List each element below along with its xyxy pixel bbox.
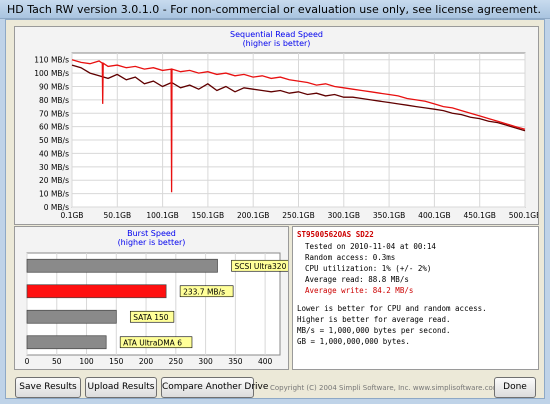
burst-data-label: SCSI Ultra320	[234, 262, 286, 271]
read-x-tick-label: 400.1GB	[418, 211, 450, 220]
read-y-tick-label: 90 MB/s	[39, 82, 69, 91]
burst-x-tick-label: 400	[258, 357, 273, 366]
read-y-tick-label: 50 MB/s	[39, 136, 69, 145]
read-x-tick-label: 200.1GB	[237, 211, 269, 220]
burst-bar	[26, 258, 218, 273]
read-y-tick-label: 10 MB/s	[39, 190, 69, 199]
burst-x-tick-label: 100	[79, 357, 94, 366]
read-y-tick-label: 60 MB/s	[39, 123, 69, 132]
burst-data-label: 233.7 MB/s	[183, 287, 225, 296]
read-x-tick-label: 500.1GB	[509, 211, 538, 220]
burst-bar	[26, 335, 107, 350]
average-read-text: Average read: 88.8 MB/s	[305, 275, 409, 284]
burst-x-tick-label: 0	[25, 357, 30, 366]
burst-data-label: ATA UltraDMA 6	[123, 338, 182, 347]
tested-on-text: Tested on 2010-11-04 at 00:14	[305, 242, 436, 251]
drive-model: ST9500562OAS SD22	[297, 230, 374, 239]
sequential-read-panel: Sequential Read Speed (higher is better)…	[14, 26, 539, 225]
burst-speed-chart: 0 50 100 150 200 250 300 350 400 SCSI Ultra320 233…	[25, 252, 288, 366]
window-body: Sequential Read Speed (higher is better)…	[5, 19, 545, 399]
read-x-tick-label: 100.1GB	[146, 211, 178, 220]
note-line: Higher is better for average read.	[297, 315, 451, 324]
burst-x-tick-label: 200	[139, 357, 154, 366]
burst-x-tick-label: 50	[52, 357, 62, 366]
read-y-tick-label: 20 MB/s	[39, 176, 69, 185]
read-y-tick-label: 30 MB/s	[39, 163, 69, 172]
done-button[interactable]: Done	[494, 377, 536, 398]
burst-x-tick-label: 250	[169, 357, 184, 366]
read-x-tick-label: 450.1GB	[463, 211, 495, 220]
compare-another-drive-button[interactable]: Compare Another Drive	[161, 377, 268, 398]
burst-bar	[26, 309, 117, 324]
burst-speed-panel: Burst Speed (higher is better) 0 50 100 150…	[14, 226, 289, 370]
read-y-tick-label: 70 MB/s	[39, 109, 69, 118]
read-x-tick-label: 250.1GB	[282, 211, 314, 220]
burst-x-tick-label: 150	[109, 357, 124, 366]
read-y-tick-label: 40 MB/s	[39, 149, 69, 158]
window-title: HD Tach RW version 3.0.1.0 - For non-com…	[7, 3, 541, 16]
sequential-read-chart: 0 MB/s10 MB/s20 MB/s30 MB/s40 MB/s50 MB/…	[34, 52, 538, 220]
read-x-tick-label: 300.1GB	[328, 211, 360, 220]
read-y-tick-label: 80 MB/s	[39, 96, 69, 105]
read-y-tick-label: 110 MB/s	[34, 56, 69, 65]
read-x-tick-label: 150.1GB	[192, 211, 224, 220]
read-y-tick-label: 100 MB/s	[34, 69, 69, 78]
burst-data-label: SATA 150	[133, 313, 169, 322]
cpu-utilization-text: CPU utilization: 1% (+/- 2%)	[305, 264, 432, 273]
note-line: MB/s = 1,000,000 bytes per second.	[297, 326, 451, 335]
read-x-tick-label: 50.1GB	[103, 211, 131, 220]
window-titlebar: HD Tach RW version 3.0.1.0 - For non-com…	[0, 0, 550, 19]
read-x-tick-label: 0.1GB	[61, 211, 84, 220]
average-write-text: Average write: 84.2 MB/s	[305, 286, 414, 295]
burst-x-tick-label: 300	[198, 357, 213, 366]
burst-x-tick-label: 350	[228, 357, 243, 366]
note-line: Lower is better for CPU and random acces…	[297, 304, 487, 313]
burst-bar	[26, 284, 167, 299]
note-line: GB = 1,000,000,000 bytes.	[297, 337, 410, 346]
upload-results-button[interactable]: Upload Results	[85, 377, 157, 398]
save-results-button[interactable]: Save Results	[15, 377, 81, 398]
read-x-tick-label: 350.1GB	[373, 211, 405, 220]
random-access-text: Random access: 0.3ms	[305, 253, 396, 262]
results-info-panel: ST9500562OAS SD22 Tested on 2010-11-04 a…	[292, 226, 539, 370]
copyright-text: Copyright (C) 2004 Simpli Software, Inc.…	[270, 384, 500, 392]
